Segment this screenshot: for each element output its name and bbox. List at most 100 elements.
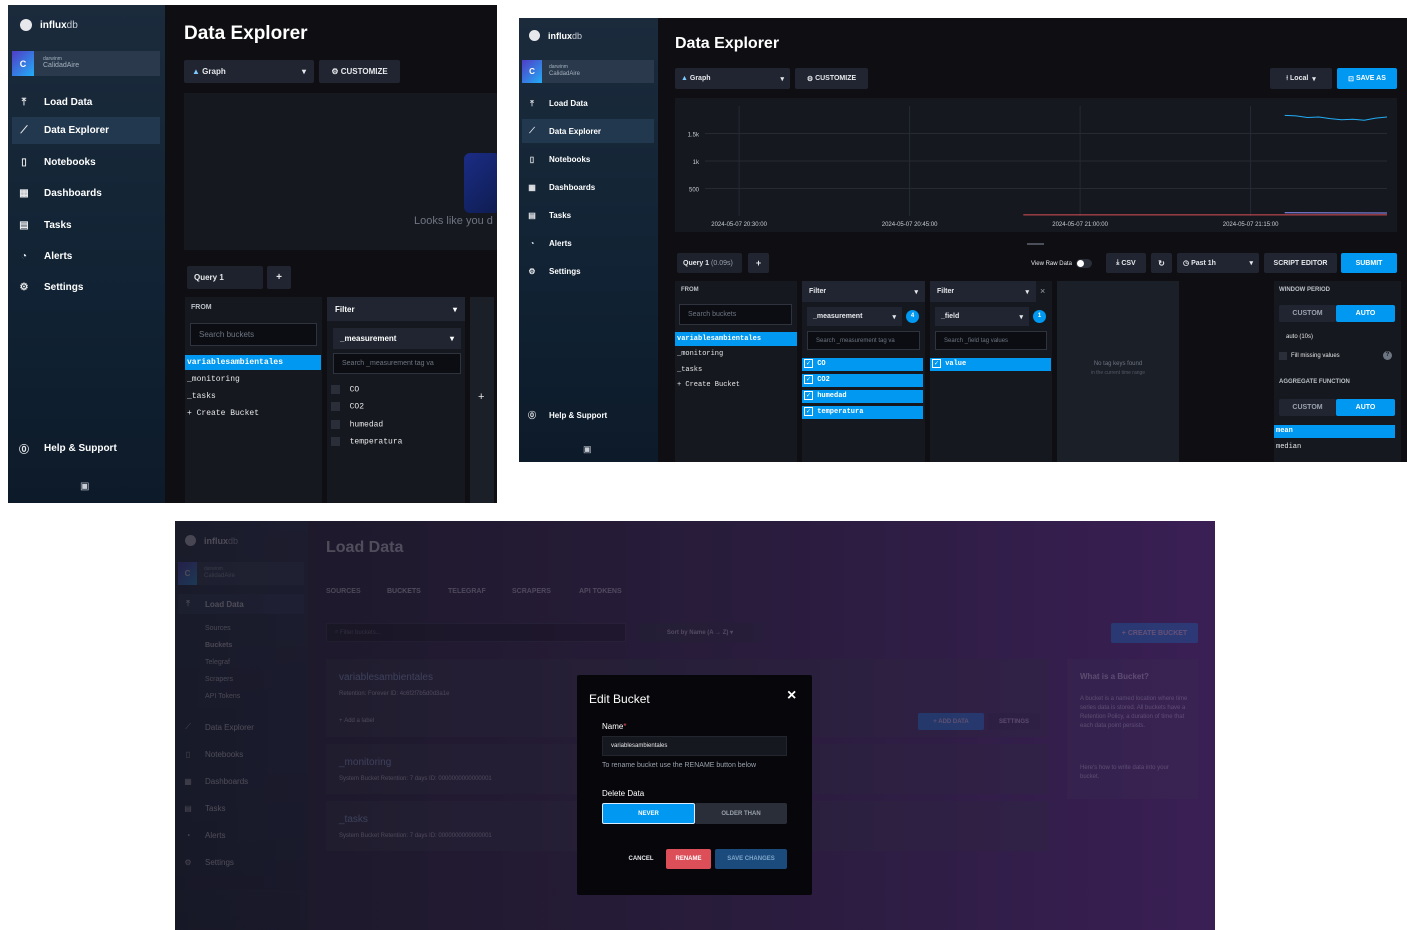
- checkbox[interactable]: [331, 437, 340, 446]
- nav-tasks[interactable]: ▤ Tasks: [522, 205, 654, 226]
- filter-function-dropdown[interactable]: Filter ▾: [327, 297, 465, 321]
- checkbox-checked[interactable]: ✓: [804, 359, 813, 368]
- org-switcher[interactable]: Cdarwinm CalidadAire: [178, 562, 304, 585]
- csv-button[interactable]: ⤓ CSV: [1106, 253, 1146, 273]
- submit-button[interactable]: SUBMIT: [1341, 253, 1397, 273]
- tab-api-tokens[interactable]: API TOKENS: [579, 588, 622, 595]
- subnav-sources[interactable]: Sources: [205, 625, 231, 632]
- checkbox[interactable]: [331, 420, 340, 429]
- checkbox-checked[interactable]: ✓: [804, 375, 813, 384]
- tab-buckets[interactable]: BUCKETS: [387, 588, 421, 595]
- aggregate-item[interactable]: median: [1276, 443, 1301, 451]
- bucket-item[interactable]: _monitoring: [677, 350, 723, 358]
- search-buckets-input[interactable]: Search buckets: [679, 304, 792, 325]
- filter-function-dropdown[interactable]: Filter ▾: [930, 281, 1036, 302]
- tab-scrapers[interactable]: SCRAPERS: [512, 588, 551, 595]
- checkbox-checked[interactable]: ✓: [804, 391, 813, 400]
- checkbox-checked[interactable]: ✓: [932, 359, 941, 368]
- subnav-buckets[interactable]: Buckets: [205, 642, 232, 649]
- subnav-api-tokens[interactable]: API Tokens: [205, 693, 240, 700]
- sort-dropdown[interactable]: Sort by Name (A → Z) ▾: [638, 623, 762, 642]
- field-item[interactable]: ✓ value: [930, 358, 1051, 371]
- toggle-switch[interactable]: [1075, 259, 1092, 268]
- question-icon[interactable]: ?: [1383, 351, 1392, 360]
- measurement-item[interactable]: ✓ humedad: [802, 390, 923, 403]
- add-query-button[interactable]: +: [267, 266, 291, 289]
- measurement-search-input[interactable]: Search _measurement tag va: [333, 353, 461, 374]
- nav-notebooks[interactable]: ▯ Notebooks: [522, 149, 654, 170]
- nav-alerts[interactable]: ◔ Alerts: [178, 825, 304, 845]
- cancel-button[interactable]: CANCEL: [621, 849, 661, 869]
- query-tab[interactable]: Query 1: [187, 266, 263, 289]
- org-switcher[interactable]: C darwinm CalidadAire: [522, 60, 654, 83]
- nav-settings[interactable]: ⚙ Settings: [12, 275, 160, 299]
- customize-button[interactable]: ⚙ CUSTOMIZE: [795, 68, 868, 89]
- bucket-name-input[interactable]: variablesambientales: [602, 736, 787, 756]
- checkbox[interactable]: [331, 385, 340, 394]
- nav-tasks[interactable]: ▤ Tasks: [178, 798, 304, 818]
- field-search-input[interactable]: Search _field tag values: [935, 331, 1047, 350]
- bucket-item[interactable]: variablesambientales: [675, 332, 797, 346]
- measurement-item[interactable]: CO2: [331, 402, 364, 412]
- subnav-scrapers[interactable]: Scrapers: [205, 676, 233, 683]
- measurement-item[interactable]: CO: [331, 385, 359, 395]
- nav-dashboards[interactable]: ▦ Dashboards: [522, 177, 654, 198]
- add-data-button[interactable]: + ADD DATA: [918, 713, 984, 730]
- bucket-item[interactable]: _tasks: [187, 392, 216, 401]
- checkbox-checked[interactable]: ✓: [804, 407, 813, 416]
- measurement-key-dropdown[interactable]: _measurement ▾: [333, 328, 461, 349]
- add-filter-column[interactable]: +: [470, 297, 494, 503]
- nav-dashboards[interactable]: ▦ Dashboards: [12, 181, 160, 205]
- field-key-dropdown[interactable]: _field ▾: [935, 307, 1029, 326]
- nav-alerts[interactable]: ◔ Alerts: [522, 233, 654, 254]
- bucket-item[interactable]: _monitoring: [187, 375, 240, 384]
- bucket-name[interactable]: variablesambientales: [339, 672, 433, 683]
- measurement-item[interactable]: temperatura: [331, 437, 402, 447]
- filter-function-dropdown[interactable]: Filter ▾: [802, 281, 925, 302]
- view-raw-toggle[interactable]: View Raw Data: [1031, 259, 1092, 268]
- older-than-button[interactable]: OLDER THAN: [695, 803, 787, 824]
- measurement-item[interactable]: humedad: [331, 420, 383, 430]
- org-switcher[interactable]: C darwinm CalidadAire: [12, 51, 160, 76]
- aggregate-item[interactable]: mean: [1274, 425, 1395, 438]
- measurement-key-dropdown[interactable]: _measurement ▾: [807, 307, 902, 326]
- measurement-item[interactable]: ✓ CO: [802, 358, 923, 371]
- nav-help[interactable]: ⓪ Help & Support: [522, 405, 654, 426]
- timezone-dropdown[interactable]: ⍿ Local ▾: [1270, 68, 1332, 89]
- nav-tasks[interactable]: ▤ Tasks: [12, 213, 160, 237]
- collapse-sidebar-icon[interactable]: ▣: [80, 481, 89, 492]
- nav-data-explorer[interactable]: ⟋ Data Explorer: [12, 117, 160, 144]
- measurement-item[interactable]: ✓ temperatura: [802, 406, 923, 419]
- collapse-sidebar-icon[interactable]: ▣: [583, 444, 592, 455]
- close-icon[interactable]: ×: [787, 687, 796, 705]
- time-range-dropdown[interactable]: ◷ Past 1h ▾: [1177, 253, 1259, 273]
- window-auto-button[interactable]: AUTO: [1336, 305, 1395, 322]
- nav-notebooks[interactable]: ▯ Notebooks: [12, 150, 160, 174]
- search-buckets-input[interactable]: Search buckets: [190, 323, 317, 346]
- rename-button[interactable]: RENAME: [666, 849, 711, 869]
- nav-help[interactable]: ⓪ Help & Support: [12, 436, 160, 460]
- subnav-telegraf[interactable]: Telegraf: [205, 659, 230, 666]
- query-tab[interactable]: Query 1 (0.09s): [677, 253, 742, 273]
- bucket-settings-button[interactable]: SETTINGS: [988, 713, 1040, 730]
- resize-handle[interactable]: [1027, 243, 1044, 245]
- tab-sources[interactable]: SOURCES: [326, 588, 361, 595]
- nav-load-data[interactable]: ⤒ Load Data: [12, 90, 160, 114]
- graph-type-dropdown[interactable]: ▲ Graph ▾: [675, 68, 790, 89]
- tab-telegraf[interactable]: TELEGRAF: [448, 588, 486, 595]
- measurement-search-input[interactable]: Search _measurement tag va: [807, 331, 920, 350]
- checkbox[interactable]: [331, 402, 340, 411]
- aggregate-auto-button[interactable]: AUTO: [1336, 399, 1395, 416]
- fill-missing-checkbox[interactable]: Fill missing values: [1279, 352, 1340, 360]
- measurement-item[interactable]: ✓ CO2: [802, 374, 923, 387]
- customize-button[interactable]: ⚙ CUSTOMIZE: [319, 60, 400, 83]
- nav-data-explorer[interactable]: ⟋ Data Explorer: [522, 119, 654, 143]
- add-label-link[interactable]: + Add a label: [339, 718, 374, 724]
- create-bucket-button[interactable]: + CREATE BUCKET: [1111, 623, 1198, 643]
- nav-notebooks[interactable]: ▯ Notebooks: [178, 744, 304, 764]
- never-button[interactable]: NEVER: [602, 803, 695, 824]
- bucket-item[interactable]: _tasks: [677, 366, 702, 374]
- graph-type-dropdown[interactable]: ▲ Graph ▾: [184, 60, 314, 83]
- add-query-button[interactable]: +: [748, 253, 769, 273]
- bucket-item[interactable]: variablesambientales: [185, 355, 321, 370]
